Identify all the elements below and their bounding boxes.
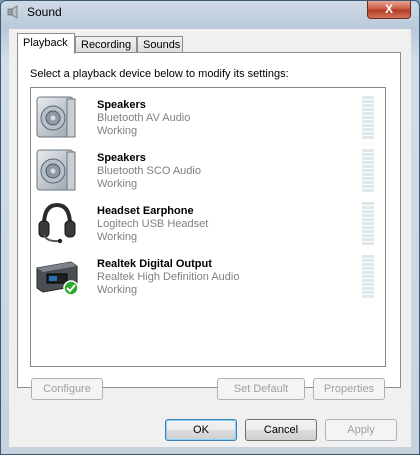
tab-playback[interactable]: Playback xyxy=(17,33,75,54)
meter-segment xyxy=(362,181,374,184)
meter-segment xyxy=(362,226,374,229)
tab-sounds[interactable]: Sounds xyxy=(137,36,183,53)
meter-segment xyxy=(362,291,374,294)
meter-segment xyxy=(362,169,374,172)
meter-segment xyxy=(362,161,374,164)
tab-recording[interactable]: Recording xyxy=(75,36,137,53)
dialog-client: Playback Recording Sounds Select a playb… xyxy=(9,29,411,447)
meter-segment xyxy=(362,189,374,192)
title-bar[interactable]: Sound X xyxy=(1,1,419,25)
meter-segment xyxy=(362,128,374,131)
apply-button[interactable]: Apply xyxy=(325,419,397,441)
meter-segment xyxy=(362,279,374,282)
meter-segment xyxy=(362,267,374,270)
meter-segment xyxy=(362,132,374,135)
meter-segment xyxy=(362,295,374,298)
instruction-text: Select a playback device below to modify… xyxy=(30,68,289,80)
close-button[interactable]: X xyxy=(367,1,411,19)
close-icon: X xyxy=(384,2,393,16)
meter-segment xyxy=(362,218,374,221)
meter-segment xyxy=(362,120,374,123)
set-default-button[interactable]: Set Default xyxy=(217,378,305,400)
meter-segment xyxy=(362,104,374,107)
meter-segment xyxy=(362,185,374,188)
meter-segment xyxy=(362,271,374,274)
meter-segment xyxy=(362,173,374,176)
meter-segment xyxy=(362,149,374,152)
meter-segment xyxy=(362,259,374,262)
speaker-small-icon xyxy=(7,5,18,19)
meter-segment xyxy=(362,116,374,119)
meter-segment xyxy=(362,96,374,99)
device-item[interactable]: Speakers Bluetooth AV Audio Working xyxy=(31,91,385,144)
meter-segment xyxy=(362,124,374,127)
speaker-icon xyxy=(36,149,76,191)
meter-segment xyxy=(362,108,374,111)
device-status: Working xyxy=(97,125,138,137)
playback-panel: Select a playback device below to modify… xyxy=(17,52,401,388)
headset-icon xyxy=(38,202,76,244)
meter-segment xyxy=(362,112,374,115)
meter-segment xyxy=(362,165,374,168)
window-title: Sound xyxy=(27,5,62,19)
meter-segment xyxy=(362,287,374,290)
device-description: Logitech USB Headset xyxy=(97,218,209,230)
meter-segment xyxy=(362,255,374,258)
meter-segment xyxy=(362,242,374,245)
meter-segment xyxy=(362,177,374,180)
device-item[interactable]: Speakers Bluetooth SCO Audio Working xyxy=(31,144,385,197)
device-name: Realtek Digital Output xyxy=(97,258,212,270)
speaker-icon xyxy=(36,96,76,138)
meter-segment xyxy=(362,238,374,241)
ok-button[interactable]: OK xyxy=(165,419,237,441)
device-status: Working xyxy=(97,284,138,296)
meter-segment xyxy=(362,202,374,205)
meter-segment xyxy=(362,222,374,225)
meter-segment xyxy=(362,136,374,139)
device-description: Bluetooth SCO Audio xyxy=(97,165,201,177)
device-description: Bluetooth AV Audio xyxy=(97,112,191,124)
volume-meter xyxy=(362,149,374,192)
meter-segment xyxy=(362,263,374,266)
meter-segment xyxy=(362,206,374,209)
sound-dialog: Sound X Playback Recording Sounds Select… xyxy=(0,0,420,455)
meter-segment xyxy=(362,275,374,278)
meter-segment xyxy=(362,157,374,160)
configure-button[interactable]: Configure xyxy=(31,378,103,400)
device-list[interactable]: Speakers Bluetooth AV Audio Working Spea… xyxy=(30,87,386,367)
digital-output-icon xyxy=(36,261,79,296)
device-name: Speakers xyxy=(97,99,146,111)
volume-meter xyxy=(362,96,374,139)
meter-segment xyxy=(362,100,374,103)
device-status: Working xyxy=(97,178,138,190)
volume-meter xyxy=(362,255,374,298)
properties-button[interactable]: Properties xyxy=(313,378,385,400)
meter-segment xyxy=(362,153,374,156)
cancel-button[interactable]: Cancel xyxy=(245,419,317,441)
meter-segment xyxy=(362,234,374,237)
device-name: Speakers xyxy=(97,152,146,164)
device-status: Working xyxy=(97,231,138,243)
meter-segment xyxy=(362,214,374,217)
meter-segment xyxy=(362,230,374,233)
device-item[interactable]: Headset Earphone Logitech USB Headset Wo… xyxy=(31,197,385,250)
meter-segment xyxy=(362,210,374,213)
volume-meter xyxy=(362,202,374,245)
device-name: Headset Earphone xyxy=(97,205,194,217)
device-item[interactable]: Realtek Digital Output Realtek High Defi… xyxy=(31,250,385,303)
meter-segment xyxy=(362,283,374,286)
device-description: Realtek High Definition Audio xyxy=(97,271,240,283)
